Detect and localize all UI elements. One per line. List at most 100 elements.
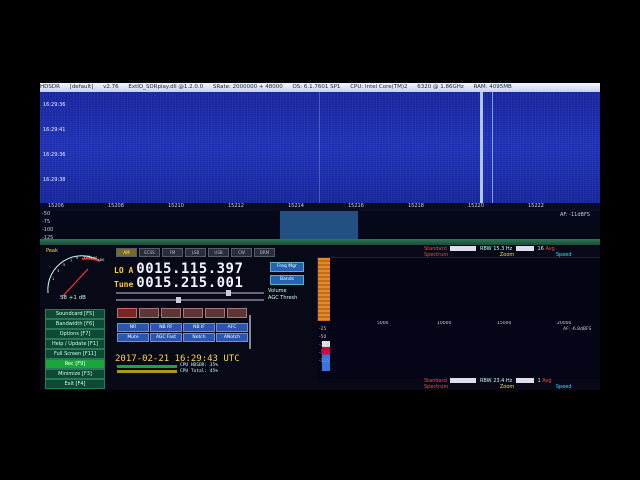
carrier-line-2 xyxy=(492,92,493,203)
control-panel: Peak 1 3 5 7 9 +20 +40 +60 S8 +1 dB Soun… xyxy=(40,245,600,390)
speed-label-2: Speed xyxy=(555,384,572,390)
audio-ctrl-bottom-2: Spectrum Zoom Speed xyxy=(424,383,572,390)
freq-tick: 15206 xyxy=(48,203,64,209)
rf-frequency-axis: 15206 15208 15210 15212 15214 15216 1521… xyxy=(40,203,600,211)
title-extio: ExtIO_SDRplay.dll @1.2.0.0 xyxy=(128,84,204,90)
mode-am-button[interactable]: AM xyxy=(116,248,137,257)
scale-label: 3 xyxy=(57,269,60,273)
help-update-button[interactable]: Help / Update [F1] xyxy=(45,339,105,349)
tune-frequency[interactable]: Tune 0015.215.001 xyxy=(114,272,243,291)
rf-spectrum[interactable]: -50 -75 -100 -125 AF: -11dBFS xyxy=(40,211,600,245)
record-icon[interactable] xyxy=(117,308,137,318)
audio-waterfall[interactable] xyxy=(317,257,600,323)
cpu-hdsdr: CPU HDSDR: 35% xyxy=(180,363,218,368)
mode-cw-button[interactable]: CW xyxy=(231,248,252,257)
mode-fm-button[interactable]: FM xyxy=(162,248,183,257)
mode-ecss-button[interactable]: ECSS xyxy=(139,248,160,257)
full-screen-button[interactable]: Full Screen [F11] xyxy=(45,349,105,359)
rewind-icon[interactable] xyxy=(205,308,225,318)
volume-label: Volume xyxy=(268,288,287,294)
wf-time-4: 16:29:38 xyxy=(43,177,66,183)
freq-tick: 15220 xyxy=(468,203,484,209)
minimize-button[interactable]: Minimize [F3] xyxy=(45,369,105,379)
hdsdr-window: HDSDR [default] v2.76 ExtIO_SDRplay.dll … xyxy=(40,83,600,390)
spec-db-label: -50 xyxy=(42,211,51,217)
zoom-label-2: Zoom xyxy=(499,384,515,390)
soundcard-button[interactable]: Soundcard [F5] xyxy=(45,309,105,319)
af-level: AF: -6.8dBFS xyxy=(563,327,592,332)
demod-mode-bar: AM ECSS FM LSB USB CW DRM xyxy=(116,248,275,257)
title-cpu: CPU: Intel Core(TM)2 xyxy=(350,84,408,90)
audio-signal xyxy=(318,258,330,322)
rec-button[interactable]: Rec [F9] xyxy=(45,359,105,369)
title-os: OS: 6.1.7601 SP1 xyxy=(292,84,341,90)
nr-button[interactable]: NR xyxy=(117,323,149,332)
scale-label: +60 xyxy=(97,258,105,262)
wf-time-2: 16:29:41 xyxy=(43,127,66,133)
af-tick: 15000 xyxy=(497,321,512,326)
options-button[interactable]: Options [F7] xyxy=(45,329,105,339)
freq-tick: 15210 xyxy=(168,203,184,209)
freq-tick: 15216 xyxy=(348,203,364,209)
exit-button[interactable]: Exit [F4] xyxy=(45,379,105,389)
mode-drm-button[interactable]: DRM xyxy=(254,248,275,257)
scale-label: 7 xyxy=(70,259,73,263)
title-srate: SRate: 2000000 + 48000 xyxy=(212,84,283,90)
notch-button[interactable]: Notch xyxy=(183,333,215,342)
mode-usb-button[interactable]: USB xyxy=(208,248,229,257)
spectrum-label-2: Spectrum xyxy=(424,384,449,390)
af-db-label: -25 xyxy=(319,327,327,332)
wf-time-3: 16:29:36 xyxy=(43,152,66,158)
playback-bar xyxy=(117,308,262,318)
freq-tick: 15218 xyxy=(408,203,424,209)
nb-rf-button[interactable]: NB RF xyxy=(150,323,182,332)
cpu-total: CPU Total: 45% xyxy=(180,369,218,374)
date-time: 2017-02-21 16:29:43 UTC xyxy=(115,354,240,364)
af-db-label: -50 xyxy=(319,335,327,340)
title-clock: 6320 @ 1.86GHz xyxy=(417,84,464,90)
bandwidth-button[interactable]: Bandwidth [F6] xyxy=(45,319,105,329)
scale-label: 9 xyxy=(76,256,79,260)
cpu-bar-2 xyxy=(117,370,177,373)
freq-tick: 15214 xyxy=(288,203,304,209)
wf-time-1: 16:29:36 xyxy=(43,102,66,108)
spec-af-level: AF: -11dBFS xyxy=(560,212,590,218)
title-profile: [default] xyxy=(69,84,94,90)
volume-knob[interactable] xyxy=(226,290,231,296)
anotch-button[interactable]: ANotch xyxy=(216,333,248,342)
pause-icon[interactable] xyxy=(161,308,181,318)
agc-knob[interactable] xyxy=(176,297,181,303)
af-tick: 5000 xyxy=(377,321,389,326)
af-tick: 20000 xyxy=(557,321,572,326)
loop-icon[interactable] xyxy=(227,308,247,318)
nb-if-button[interactable]: NB IF xyxy=(183,323,215,332)
carrier-line xyxy=(480,92,483,203)
s-meter-reading: S8 +1 dB xyxy=(60,295,86,301)
title-bar: HDSDR [default] v2.76 ExtIO_SDRplay.dll … xyxy=(40,83,600,92)
audio-spectrum[interactable]: 5000 10000 15000 20000 -25 -50 -75 -100 … xyxy=(317,321,600,379)
bandwidth-slider[interactable] xyxy=(249,315,251,349)
agc-thresh-label: AGC Thresh xyxy=(268,295,298,301)
spec-db-label: -100 xyxy=(42,227,54,233)
title-version: v2.76 xyxy=(103,84,119,90)
freq-mgr-button[interactable]: Freq Mgr xyxy=(270,262,304,272)
mode-lsb-button[interactable]: LSB xyxy=(185,248,206,257)
peak-label: Peak xyxy=(46,248,58,254)
volume-slider[interactable] xyxy=(116,290,264,296)
stop-icon[interactable] xyxy=(183,308,203,318)
agc-slider[interactable] xyxy=(116,297,264,303)
afc-button[interactable]: AFC xyxy=(216,323,248,332)
freq-tick: 15212 xyxy=(228,203,244,209)
scale-label: 5 xyxy=(63,263,66,267)
bands-button[interactable]: Bands xyxy=(270,275,304,285)
tune-label: Tune xyxy=(114,280,134,289)
play-icon[interactable] xyxy=(139,308,159,318)
tune-value[interactable]: 0015.215.001 xyxy=(136,275,243,291)
agc-fast-button[interactable]: AGC Fast xyxy=(150,333,182,342)
title-ram: RAM: 4095MB xyxy=(473,84,512,90)
mute-button[interactable]: Mute xyxy=(117,333,149,342)
rf-waterfall[interactable]: 16:29:36 16:29:41 16:29:36 16:29:38 xyxy=(40,92,600,203)
spec-db-label: -125 xyxy=(42,235,54,241)
af-peak xyxy=(322,341,330,371)
s-meter: Peak 1 3 5 7 9 +20 +40 +60 S8 +1 dB xyxy=(42,247,108,303)
